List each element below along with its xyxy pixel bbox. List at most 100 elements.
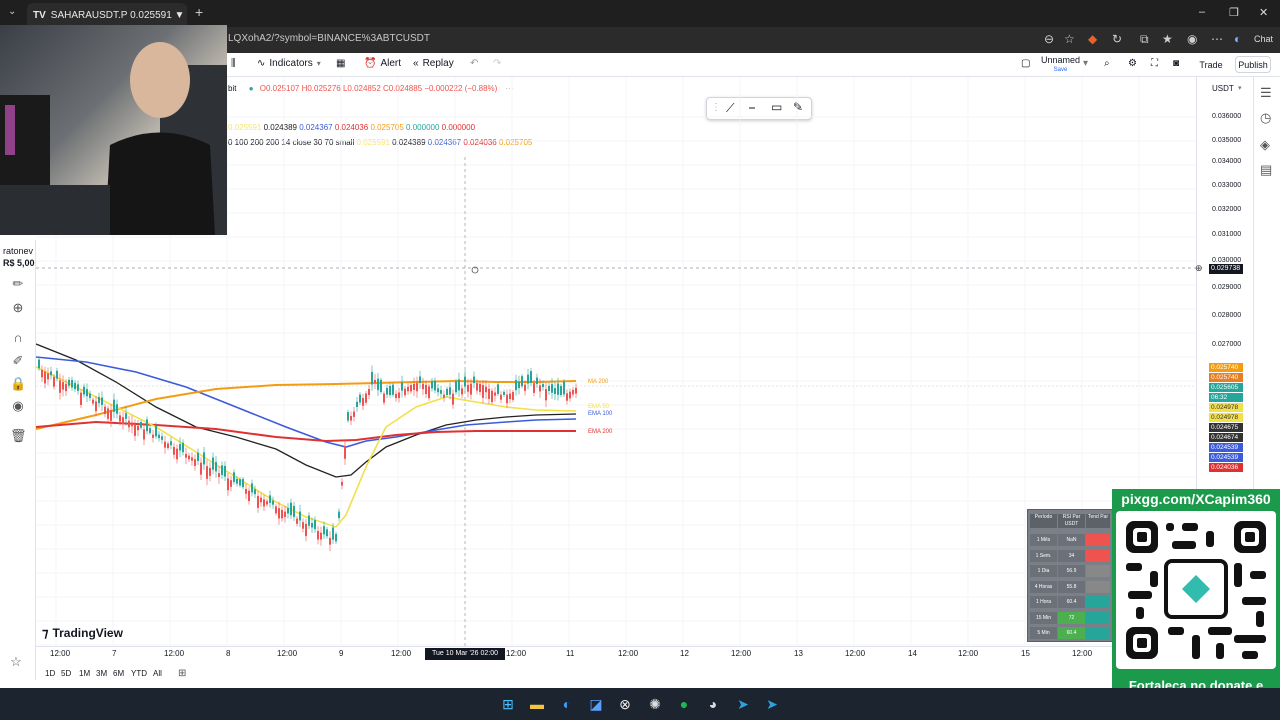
tradingview-favicon-icon: TV bbox=[33, 9, 46, 21]
candle-body bbox=[497, 384, 499, 394]
replay-icon: « bbox=[413, 58, 419, 69]
zoom-in-icon[interactable]: ⊕ bbox=[10, 300, 26, 316]
ruler-icon[interactable]: ✏ bbox=[10, 276, 26, 292]
extension-icon[interactable]: ◆ bbox=[1088, 32, 1097, 46]
alert-button[interactable]: ⏰ Alert bbox=[364, 58, 401, 69]
range-button-1m[interactable]: 1M bbox=[79, 669, 90, 678]
ema50-label: EMA 50 bbox=[588, 404, 610, 410]
magnet-icon[interactable]: ∩ bbox=[10, 330, 26, 345]
snapshot-camera-icon[interactable]: ◙ bbox=[1173, 58, 1179, 69]
restore-icon[interactable]: ❐ bbox=[1229, 6, 1239, 19]
layout-grid-icon[interactable]: ▦ bbox=[336, 58, 345, 69]
windows-taskbar: ⊞ ▬ ◐ ◪ ⊗ ✺ ● ◕ ➤ ➤ bbox=[0, 688, 1280, 720]
chat-label[interactable]: Chat bbox=[1254, 34, 1273, 44]
bar-type-icon[interactable]: ⫼ bbox=[231, 58, 236, 69]
profile-icon[interactable]: ◉ bbox=[1187, 32, 1197, 46]
range-button-3m[interactable]: 3M bbox=[96, 669, 107, 678]
steam-icon[interactable]: ◕ bbox=[703, 695, 723, 713]
trash-icon[interactable]: 🗑 bbox=[10, 428, 27, 444]
alerts-clock-icon[interactable]: ◷ bbox=[1260, 110, 1271, 126]
candle-body bbox=[545, 389, 547, 401]
layout-square-icon[interactable]: ▢ bbox=[1021, 58, 1030, 69]
time-tick-label: 9 bbox=[339, 649, 344, 658]
candle-body bbox=[53, 376, 55, 387]
xbox-icon[interactable]: ⊗ bbox=[615, 695, 635, 713]
layout-name[interactable]: Unnamed Save bbox=[1041, 55, 1080, 75]
tab-list-icon[interactable]: ⌄ bbox=[8, 6, 16, 17]
watchlist-icon[interactable]: ☰ bbox=[1260, 85, 1272, 101]
telegram-icon[interactable]: ➤ bbox=[733, 695, 753, 713]
time-tick-label: 12:00 bbox=[618, 649, 639, 658]
add-alert-plus-icon[interactable]: ⊕ bbox=[1195, 263, 1203, 274]
rsi-value: 60.4 bbox=[1058, 596, 1085, 608]
split-icon[interactable]: ⧉ bbox=[1140, 32, 1149, 47]
time-tick-label: 12:00 bbox=[50, 649, 71, 658]
webcam-image bbox=[0, 42, 227, 235]
favorite-star-icon[interactable]: ☆ bbox=[1064, 32, 1075, 46]
eye-icon[interactable]: ◉ bbox=[10, 398, 26, 414]
range-button-6m[interactable]: 6M bbox=[113, 669, 124, 678]
outlook-icon[interactable]: ◪ bbox=[586, 695, 606, 713]
price-tick-label: 0.029000 bbox=[1212, 284, 1242, 291]
new-tab-icon[interactable]: + bbox=[195, 4, 203, 20]
lock-icon[interactable]: 🔒 bbox=[10, 376, 26, 392]
candle-body bbox=[440, 390, 442, 394]
tradingview-logo[interactable]: ⁊ TradingView bbox=[42, 625, 123, 641]
date-range-icon[interactable]: ⊞ bbox=[178, 668, 186, 679]
telegram-second-icon[interactable]: ➤ bbox=[762, 695, 782, 713]
favorites-star-icon[interactable]: ☆ bbox=[8, 654, 24, 670]
candle-body bbox=[338, 511, 340, 518]
fullscreen-icon[interactable]: ⛶ bbox=[1151, 58, 1158, 69]
settings-gear-icon[interactable]: ⚙ bbox=[1128, 58, 1137, 69]
layout-chevron-icon[interactable]: ▾ bbox=[1083, 58, 1088, 69]
candle-body bbox=[467, 384, 469, 392]
candle-body bbox=[296, 518, 298, 524]
minimize-icon[interactable]: – bbox=[1199, 6, 1205, 18]
range-button-5d[interactable]: 5D bbox=[61, 669, 71, 678]
qr-pattern bbox=[1126, 521, 1266, 659]
spotify-icon[interactable]: ● bbox=[674, 695, 694, 713]
publish-button[interactable]: Publish bbox=[1235, 56, 1271, 73]
candle-body bbox=[398, 392, 400, 399]
candle-body bbox=[59, 380, 61, 393]
chat-icon[interactable]: ▤ bbox=[1260, 162, 1272, 178]
candle-body bbox=[242, 479, 244, 488]
refresh-icon[interactable]: ↻ bbox=[1112, 32, 1122, 46]
currency-chevron-icon[interactable]: ▾ bbox=[1238, 84, 1242, 92]
range-button-1d[interactable]: 1D bbox=[45, 669, 55, 678]
trade-button[interactable]: Trade bbox=[1196, 56, 1226, 73]
url-text[interactable]: LQXohA2/?symbol=BINANCE%3ABTCUSDT bbox=[228, 33, 430, 44]
candle-body bbox=[272, 500, 274, 505]
candle-body bbox=[152, 434, 154, 438]
layers-icon[interactable]: ◈ bbox=[1260, 137, 1270, 153]
more-menu-icon[interactable]: ⋯ bbox=[1211, 32, 1223, 46]
candle-body bbox=[104, 406, 106, 415]
candle-body bbox=[320, 532, 322, 540]
range-button-all[interactable]: All bbox=[153, 669, 162, 678]
candle-body bbox=[347, 412, 349, 421]
currency-selector[interactable]: USDT bbox=[1212, 84, 1234, 93]
favorites-icon[interactable]: ★ bbox=[1162, 32, 1173, 46]
ema100-label: EMA 100 bbox=[588, 411, 613, 417]
replay-button[interactable]: « Replay bbox=[413, 58, 454, 69]
redo-icon[interactable]: ↷ bbox=[493, 58, 501, 69]
range-button-ytd[interactable]: YTD bbox=[131, 669, 147, 678]
left-drawing-toolbar: ✏ ⊕ ∩ ✐ 🔒 ◉ 🗑 ☆ bbox=[0, 240, 36, 680]
browser-tab-active[interactable]: TV SAHARAUSDT.P 0.025591 ▼ −0.51 ✕ bbox=[27, 3, 187, 27]
candle-body bbox=[404, 388, 406, 396]
pencil-lock-icon[interactable]: ✐ bbox=[10, 353, 26, 369]
close-window-icon[interactable]: ✕ bbox=[1259, 6, 1268, 19]
candle-body bbox=[569, 391, 571, 399]
indicators-button[interactable]: ∿ Indicators ▾ bbox=[257, 58, 321, 69]
undo-icon[interactable]: ↶ bbox=[470, 58, 478, 69]
copilot-icon[interactable]: ◐ bbox=[1234, 32, 1241, 46]
chatgpt-icon[interactable]: ✺ bbox=[645, 695, 665, 713]
candle-body bbox=[251, 483, 253, 493]
rsi-header: Período bbox=[1030, 514, 1057, 528]
windows-start-icon[interactable]: ⊞ bbox=[498, 695, 518, 713]
file-explorer-icon[interactable]: ▬ bbox=[527, 695, 547, 713]
quick-search-icon[interactable]: ⌕ bbox=[1104, 58, 1110, 69]
edge-browser-icon[interactable]: ◐ bbox=[557, 695, 577, 713]
candle-body bbox=[362, 398, 364, 406]
zoom-icon[interactable]: ⊖ bbox=[1044, 32, 1054, 46]
